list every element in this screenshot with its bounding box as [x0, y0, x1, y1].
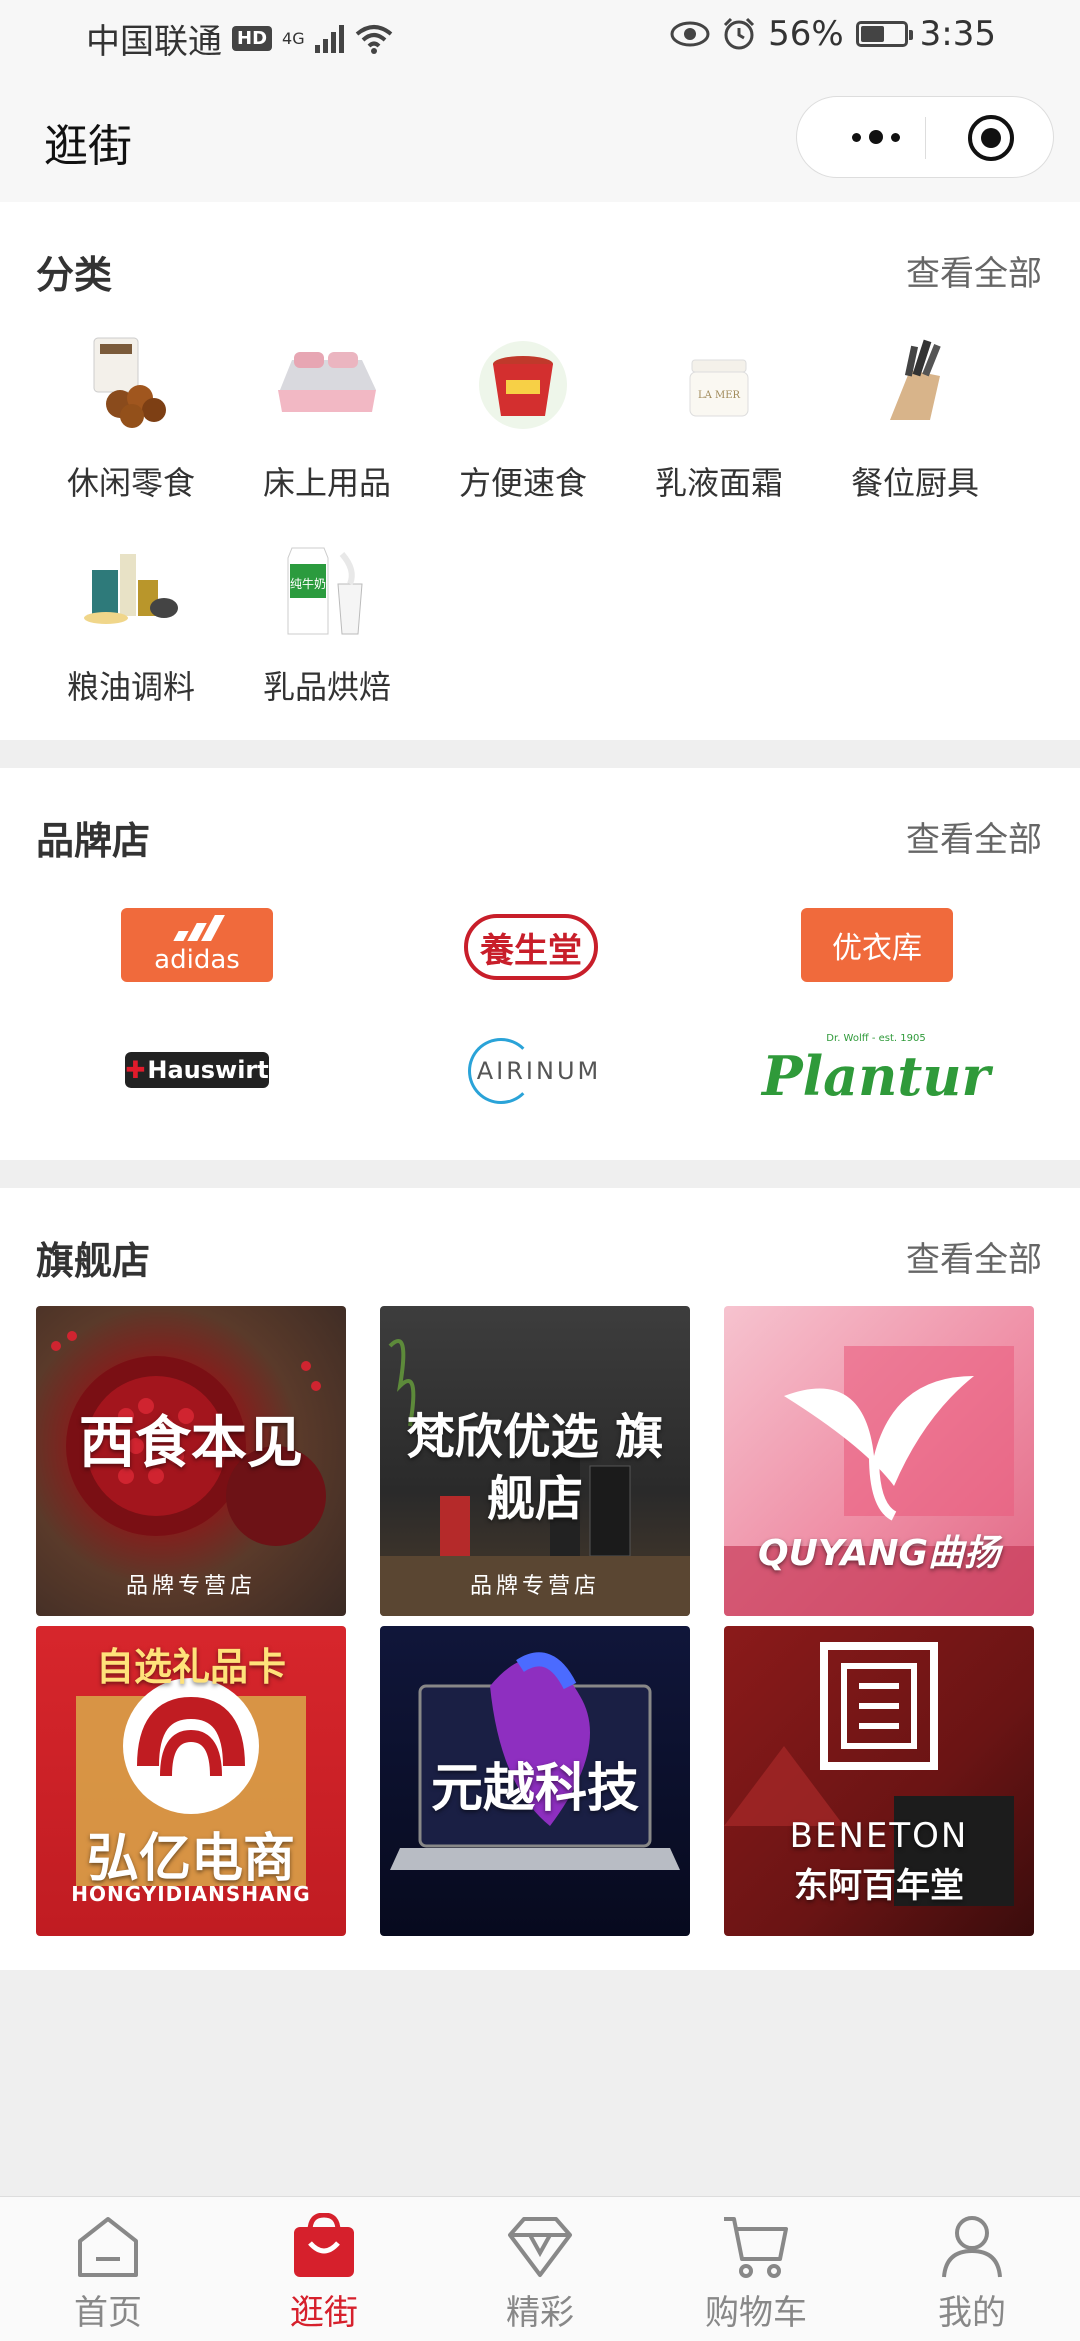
category-label: 乳液面霜 — [654, 464, 783, 502]
category-label: 休闲零食 — [66, 464, 195, 502]
store-tile[interactable]: 元越科技 — [380, 1626, 690, 1936]
store-name: 弘亿电商 — [86, 1829, 295, 1889]
mini-program-capsule — [796, 96, 1054, 178]
category-item[interactable]: LA MER 乳液面霜 — [644, 330, 794, 504]
store-type: 品牌专营店 — [469, 1574, 600, 1599]
store-tile[interactable]: QUYANG曲扬 — [724, 1306, 1034, 1616]
store-name: 西食本见 — [79, 1410, 303, 1476]
home-icon — [78, 2217, 138, 2277]
category-item[interactable]: 床上用品 — [252, 330, 402, 504]
cross-icon: ✚ — [125, 1056, 146, 1084]
bedding-image — [272, 330, 382, 440]
alarm-icon — [724, 17, 755, 50]
close-mini-program-button[interactable] — [968, 115, 1014, 161]
clock: 3:35 — [919, 14, 996, 54]
store-tile[interactable]: 自选礼品卡 弘亿电商 HONGYIDIANSHANG — [36, 1626, 346, 1936]
brand-tagline: Dr. Wolff - est. 1905 — [826, 1032, 926, 1044]
category-label: 床上用品 — [262, 464, 391, 502]
tab-label: 购物车 — [705, 2293, 807, 2333]
flagship-title: 旗舰店 — [36, 1239, 151, 1283]
store-name: 东阿百年堂 — [794, 1866, 964, 1906]
nav-bar: 逛街 — [0, 74, 1080, 202]
brand-title: 品牌店 — [36, 819, 151, 863]
svg-text:纯牛奶: 纯牛奶 — [290, 576, 326, 591]
tab-bar: 首页 逛街 精彩 购物车 我的 — [0, 2196, 1080, 2341]
tab-home[interactable]: 首页 — [28, 2197, 188, 2341]
grain-oil-image — [76, 534, 186, 644]
network-type: 4G — [282, 29, 305, 48]
brand-plantur[interactable]: Dr. Wolff - est. 1905 Plantur — [762, 1030, 990, 1110]
brand-name: adidas — [154, 945, 240, 975]
category-label: 粮油调料 — [66, 668, 195, 706]
category-label: 餐位厨具 — [850, 464, 979, 502]
store-tile[interactable]: 西食本见 品牌专营店 — [36, 1306, 346, 1616]
tab-label: 逛街 — [290, 2293, 358, 2333]
store-latin-name: HONGYIDIANSHANG — [71, 1882, 311, 1906]
tab-mine[interactable]: 我的 — [892, 2197, 1052, 2341]
svg-text:LA MER: LA MER — [698, 390, 741, 401]
tab-label: 首页 — [74, 2293, 142, 2333]
battery-percent: 56% — [768, 14, 844, 54]
brand-section: 品牌店 查看全部 adidas 養生堂 优衣库 ✚ Hauswirt AIRIN… — [0, 768, 1080, 1160]
airinum-ring-icon — [468, 1038, 534, 1104]
brand-adidas[interactable]: adidas — [121, 908, 273, 982]
tab-label: 精彩 — [506, 2293, 574, 2333]
category-view-all[interactable]: 查看全部 — [906, 246, 1042, 295]
category-item[interactable]: 休闲零食 — [56, 330, 206, 504]
category-item[interactable]: 餐位厨具 — [840, 330, 990, 504]
store-latin-name: BENETON — [789, 1816, 969, 1856]
category-label: 方便速食 — [458, 464, 587, 502]
store-tile[interactable]: BENETON 东阿百年堂 — [724, 1626, 1034, 1936]
eye-icon — [670, 21, 710, 47]
store-name: 元越科技 — [430, 1758, 639, 1819]
more-menu-button[interactable] — [831, 97, 921, 177]
tab-cart[interactable]: 购物车 — [676, 2197, 836, 2341]
cart-icon — [724, 2217, 788, 2278]
brand-name: Plantur — [761, 1043, 991, 1108]
brand-hauswirt[interactable]: ✚ Hauswirt — [125, 1052, 269, 1088]
shopping-bag-icon — [294, 2213, 354, 2277]
flagship-view-all[interactable]: 查看全部 — [906, 1232, 1042, 1281]
signal-icon — [314, 24, 344, 53]
brand-name: Hauswirt — [147, 1056, 269, 1084]
brand-uniqlo[interactable]: 优衣库 — [801, 908, 953, 982]
adidas-logo-icon — [173, 915, 225, 941]
brand-yangshengtang[interactable]: 養生堂 — [464, 914, 598, 980]
tab-label: 我的 — [938, 2293, 1006, 2333]
store-name: 梵欣优选 旗舰店 — [406, 1409, 664, 1527]
brand-view-all[interactable]: 查看全部 — [906, 812, 1042, 861]
category-label: 乳品烘焙 — [262, 668, 391, 706]
instant-noodle-image — [468, 330, 578, 440]
store-tile[interactable]: 梵欣优选 旗舰店 品牌专营店 — [380, 1306, 690, 1616]
status-bar: 中国联通 HD 4G 56% 3:35 — [0, 0, 1080, 74]
brand-name: 优衣库 — [832, 931, 922, 966]
store-banner: 自选礼品卡 — [95, 1644, 286, 1689]
snack-image — [76, 330, 186, 440]
flagship-section: 旗舰店 查看全部 西食本见 品牌专营店 梵欣优选 旗舰店 品牌专营店 QUYAN… — [0, 1188, 1080, 1970]
milk-image: 纯牛奶 — [272, 534, 382, 644]
cream-jar-image: LA MER — [664, 330, 774, 440]
tab-jingcai[interactable]: 精彩 — [460, 2197, 620, 2341]
category-item[interactable]: 粮油调料 — [56, 534, 206, 708]
page-title: 逛街 — [44, 121, 132, 172]
category-section: 分类 查看全部 休闲零食 床上用品 方便速食 LA MER 乳液面霜 餐位厨具 … — [0, 202, 1080, 740]
category-title: 分类 — [36, 253, 113, 297]
brand-name: 養生堂 — [480, 930, 582, 971]
carrier-name: 中国联通 — [86, 22, 222, 62]
hd-badge: HD — [232, 26, 273, 51]
store-type: 品牌专营店 — [125, 1574, 256, 1599]
category-item[interactable]: 纯牛奶 乳品烘焙 — [252, 534, 402, 708]
battery-icon — [855, 21, 913, 47]
diamond-icon — [508, 2217, 572, 2277]
category-item[interactable]: 方便速食 — [448, 330, 598, 504]
user-icon — [942, 2216, 1002, 2278]
capsule-divider — [925, 117, 926, 159]
tab-guangjie[interactable]: 逛街 — [244, 2197, 404, 2341]
store-name: QUYANG曲扬 — [758, 1533, 1000, 1574]
brand-airinum[interactable]: AIRINUM — [464, 1036, 614, 1106]
knife-block-image — [860, 330, 970, 440]
wifi-icon — [355, 24, 392, 54]
